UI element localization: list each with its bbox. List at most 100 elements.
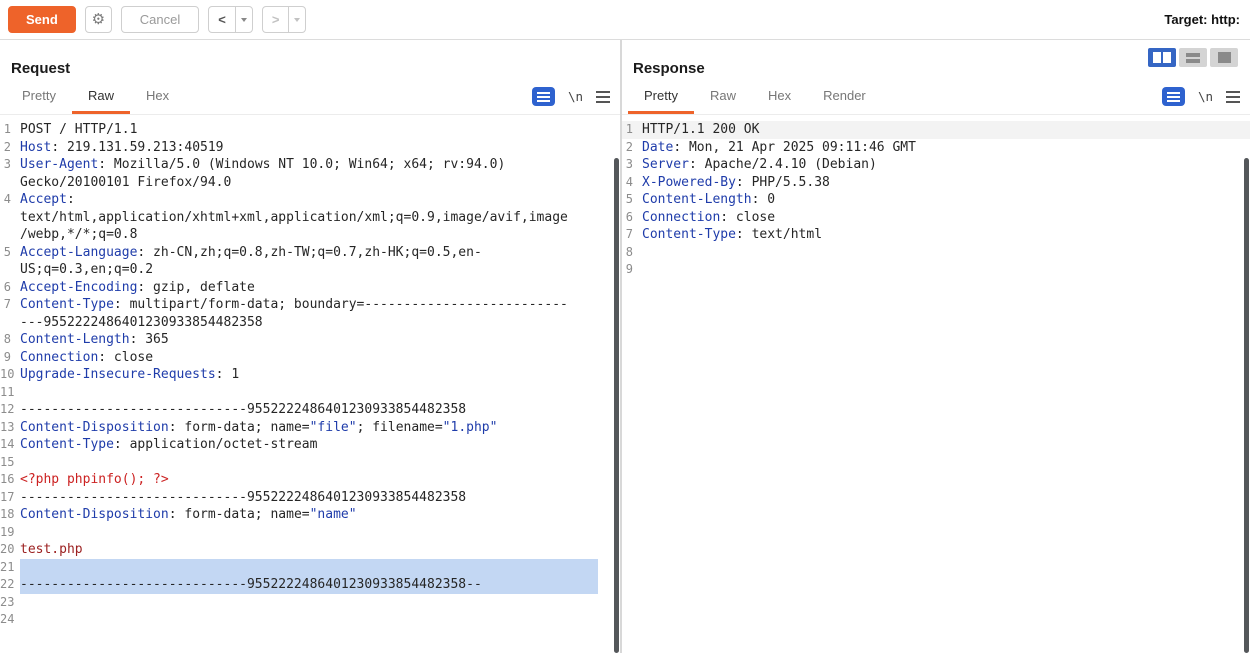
code-line[interactable]: 4 X-Powered-By: PHP/5.5.38 [622,174,1250,192]
response-tab-hex[interactable]: Hex [752,79,807,114]
code-line[interactable]: 23 [0,594,620,612]
line-content: Connection: close [20,349,154,365]
newline-toggle-icon[interactable]: \n [568,89,583,104]
code-line[interactable]: 1 HTTP/1.1 200 OK [622,121,1250,139]
code-line[interactable]: 3 Server: Apache/2.4.10 (Debian) [622,156,1250,174]
response-tab-bar: Pretty Raw Hex Render \n [622,79,1250,115]
code-line[interactable]: 19 [0,524,620,542]
line-number: 1 [625,122,633,136]
code-line[interactable]: 5 Accept-Language: zh-CN,zh;q=0.8,zh-TW;q… [0,244,620,279]
hamburger-menu-icon[interactable] [1226,90,1240,103]
code-line[interactable]: 15 [0,454,620,472]
code-line[interactable]: 22 -----------------------------955222248… [0,576,620,594]
line-number: 16 [0,472,15,486]
line-content [20,524,568,542]
line-content: Content-Length: 0 [642,192,776,207]
code-line[interactable]: 12 -----------------------------955222248… [0,401,620,419]
code-line[interactable]: 6 Accept-Encoding: gzip, deflate [0,279,620,297]
request-panel: Request Pretty Raw Hex \n 1 POST / HTTP/1… [0,40,620,653]
code-line[interactable]: 8 [622,244,1250,262]
code-line[interactable]: 2 Host: 219.131.59.213:40519 [0,139,620,157]
request-tab-hex[interactable]: Hex [130,79,185,114]
line-number: 6 [3,279,11,294]
response-editor[interactable]: 1 HTTP/1.1 200 OK 2 Date: Mon, 21 Apr 2025 … [622,115,1250,653]
line-content: Content-Type: text/html [642,227,823,242]
code-line[interactable]: 6 Connection: close [622,209,1250,227]
line-number: 5 [3,244,11,259]
request-scrollbar[interactable] [614,158,619,653]
code-line[interactable]: 13 Content-Disposition: form-data; name="… [0,419,620,437]
request-tab-raw[interactable]: Raw [71,79,130,114]
code-line[interactable]: 17 -----------------------------955222248… [0,489,620,507]
code-line[interactable]: 4 Accept: text/html,application/xhtml+xml… [0,191,620,244]
code-line[interactable]: 7 Content-Type: text/html [622,226,1250,244]
code-line[interactable]: 8 Content-Length: 365 [0,331,620,349]
line-content: Content-Type: multipart/form-data; bound… [20,297,568,330]
cancel-button[interactable]: Cancel [120,6,200,33]
line-number: 9 [3,349,11,364]
line-number: 12 [0,402,15,416]
line-content [642,261,1190,279]
code-line[interactable]: 11 [0,384,620,402]
code-line[interactable]: 18 Content-Disposition: form-data; name="… [0,506,620,524]
response-tab-pretty[interactable]: Pretty [628,79,694,114]
code-line[interactable]: 9 Connection: close [0,349,620,367]
back-dropdown-button[interactable] [234,7,252,32]
code-line[interactable]: 24 [0,611,620,629]
forward-arrow-label[interactable]: > [263,7,289,32]
gear-icon: ⚙ [91,11,106,28]
line-content: HTTP/1.1 200 OK [642,122,760,137]
chevron-down-icon [294,17,301,22]
hamburger-menu-icon[interactable] [596,90,610,103]
history-back-button[interactable]: < [208,6,253,33]
code-line[interactable]: 20 test.php [0,541,620,559]
response-header: Response [622,40,1250,79]
single-pane-icon [1217,52,1231,63]
newline-toggle-icon[interactable]: \n [1198,89,1213,104]
response-panel: Response Pretty Raw Hex Render \n 1 HTTP… [622,40,1250,653]
request-editor[interactable]: 1 POST / HTTP/1.1 2 Host: 219.131.59.213:40… [0,115,620,653]
prettify-icon[interactable] [1161,87,1185,106]
code-line[interactable]: 9 [622,261,1250,279]
line-content [20,558,598,576]
line-content: Accept-Language: zh-CN,zh;q=0.8,zh-TW;q=… [20,244,482,278]
send-button[interactable]: Send [8,6,76,33]
code-line[interactable]: 10 Upgrade-Insecure-Requests: 1 [0,366,620,384]
line-content: Date: Mon, 21 Apr 2025 09:11:46 GMT [642,139,916,155]
layout-single-button[interactable] [1210,48,1238,67]
code-line[interactable]: 1 POST / HTTP/1.1 [0,121,620,139]
forward-dropdown-button[interactable] [288,7,305,32]
response-tab-raw[interactable]: Raw [694,79,752,114]
line-number: 21 [0,559,15,574]
code-line[interactable]: 14 Content-Type: application/octet-stream [0,436,620,454]
line-content: Content-Disposition: form-data; name="fi… [20,419,498,435]
history-forward-button[interactable]: > [261,6,307,33]
line-number: 20 [0,542,15,556]
line-content: Content-Length: 365 [20,332,169,347]
line-number: 15 [0,454,15,469]
code-line[interactable]: 5 Content-Length: 0 [622,191,1250,209]
request-tab-bar: Pretty Raw Hex \n [0,79,620,115]
code-line[interactable]: 16 <?php phpinfo(); ?> [0,471,620,489]
line-number: 7 [625,227,633,241]
line-content: Content-Type: application/octet-stream [20,437,318,452]
line-number: 22 [0,577,15,591]
code-line[interactable]: 21 [0,558,620,576]
layout-columns-button[interactable] [1148,48,1176,67]
target-label[interactable]: Target: http: [1164,12,1240,27]
response-tab-render[interactable]: Render [807,79,882,114]
line-content [20,454,568,472]
response-scrollbar[interactable] [1244,158,1249,653]
request-tab-pretty[interactable]: Pretty [6,79,72,114]
code-line[interactable]: 2 Date: Mon, 21 Apr 2025 09:11:46 GMT [622,139,1250,157]
prettify-icon[interactable] [531,87,555,106]
request-header: Request [0,40,620,79]
toolbar: Send ⚙ Cancel < > Target: http: [0,0,1250,40]
layout-rows-button[interactable] [1179,48,1207,67]
back-arrow-label[interactable]: < [209,7,235,32]
line-number: 5 [625,192,633,206]
settings-gear-button[interactable]: ⚙ [84,6,112,33]
code-line[interactable]: 3 User-Agent: Mozilla/5.0 (Windows NT 10.… [0,156,620,191]
code-line[interactable]: 7 Content-Type: multipart/form-data; boun… [0,296,620,331]
line-number: 1 [3,122,11,136]
